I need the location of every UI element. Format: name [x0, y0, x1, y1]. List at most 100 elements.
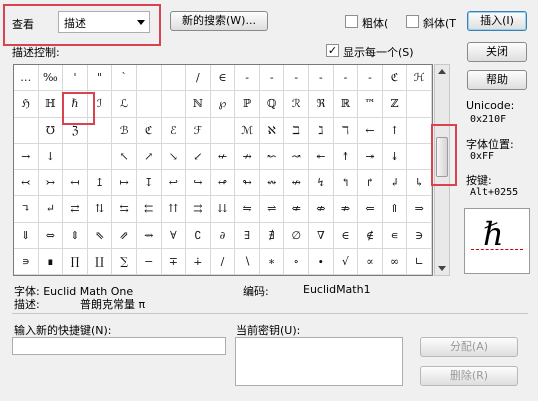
symbol-cell[interactable]: ∑ — [112, 248, 137, 275]
symbol-cell[interactable]: ∕ — [210, 248, 236, 275]
symbol-cell[interactable]: ↯ — [309, 170, 334, 197]
symbol-cell[interactable]: ∂ — [210, 222, 236, 249]
symbol-cell[interactable]: ℵ — [259, 117, 285, 144]
symbol-cell[interactable]: ⇊ — [210, 196, 236, 223]
symbol-cell[interactable]: ↗ — [136, 143, 162, 170]
delete-button[interactable]: 删除(R) — [420, 366, 518, 386]
symbol-cell[interactable]: ↣ — [38, 170, 64, 197]
symbol-cell[interactable]: ℧ — [38, 117, 64, 144]
symbol-cell[interactable]: ↡ — [382, 143, 408, 170]
symbol-cell[interactable]: ⇌ — [259, 196, 285, 223]
assign-button[interactable]: 分配(A) — [420, 337, 518, 357]
symbol-cell[interactable]: ↬ — [235, 170, 260, 197]
symbol-cell[interactable]: ⇐ — [358, 196, 383, 223]
symbol-cell[interactable]: ∖ — [235, 248, 260, 275]
symbol-cell[interactable]: ↑ — [382, 117, 408, 144]
symbol-cell[interactable] — [161, 65, 187, 92]
symbol-cell[interactable]: ← — [358, 117, 383, 144]
symbol-cell[interactable]: ↢ — [14, 170, 39, 197]
symbol-cell[interactable]: ∈ — [210, 65, 236, 92]
symbol-cell[interactable]: ` — [112, 65, 137, 92]
symbol-cell[interactable]: ∇ — [309, 222, 334, 249]
symbol-cell[interactable] — [407, 91, 432, 118]
symbol-cell[interactable]: ⇍ — [284, 196, 310, 223]
insert-button[interactable]: 插入(I) — [467, 11, 527, 31]
bold-checkbox[interactable] — [345, 15, 358, 28]
symbol-cell[interactable]: ∍ — [14, 248, 39, 275]
symbol-cell[interactable]: ⇝ — [136, 222, 162, 249]
symbol-cell[interactable] — [63, 143, 88, 170]
symbol-cell[interactable]: ℋ — [407, 65, 432, 92]
symbol-cell[interactable]: ⇓ — [14, 222, 39, 249]
symbol-cell[interactable]: ℚ — [259, 91, 285, 118]
symbol-cell[interactable]: √ — [333, 248, 359, 275]
symbol-cell[interactable]: ℛ — [284, 91, 310, 118]
symbol-cell[interactable]: - — [235, 65, 260, 92]
symbol-cell[interactable]: ↠ — [358, 143, 383, 170]
symbol-cell[interactable]: ↞ — [309, 143, 334, 170]
symbol-cell[interactable]: ∎ — [38, 248, 64, 275]
symbol-cell[interactable]: ℷ — [309, 117, 334, 144]
symbol-cell[interactable]: ℝ — [333, 91, 359, 118]
symbol-cell[interactable] — [210, 117, 236, 144]
symbol-cell[interactable]: ⇏ — [333, 196, 359, 223]
symbol-cell[interactable]: … — [14, 65, 39, 92]
symbol-cell[interactable]: ∔ — [186, 248, 211, 275]
symbol-cell[interactable]: ↘ — [161, 143, 187, 170]
symbol-cell[interactable]: ⇔ — [38, 222, 64, 249]
scroll-down-arrow-icon[interactable] — [438, 266, 446, 271]
symbol-cell[interactable]: ℱ — [186, 117, 211, 144]
symbol-cell[interactable]: ⇈ — [161, 196, 187, 223]
symbol-cell[interactable]: ™ — [358, 91, 383, 118]
symbol-cell[interactable]: " — [87, 65, 113, 92]
symbol-cell[interactable]: ∗ — [259, 248, 285, 275]
symbol-cell[interactable]: ⇖ — [87, 222, 113, 249]
symbol-cell[interactable]: ⇕ — [63, 222, 88, 249]
symbol-cell[interactable]: ↩ — [161, 170, 187, 197]
show-each-checkbox[interactable]: ✓ — [326, 44, 339, 57]
symbol-cell[interactable]: ⇒ — [407, 196, 432, 223]
symbol-cell[interactable]: ⇅ — [87, 196, 113, 223]
symbol-cell[interactable]: ℜ — [309, 91, 334, 118]
symbol-cell[interactable]: ↱ — [358, 170, 383, 197]
symbol-cell[interactable]: ↰ — [333, 170, 359, 197]
symbol-cell[interactable]: - — [284, 65, 310, 92]
symbol-cell[interactable]: ℭ — [382, 65, 408, 92]
italic-checkbox[interactable] — [406, 15, 419, 28]
symbol-cell[interactable] — [407, 143, 432, 170]
symbol-cell[interactable]: ℍ — [38, 91, 64, 118]
symbol-cell[interactable]: → — [14, 143, 39, 170]
symbol-cell[interactable]: − — [136, 248, 162, 275]
symbol-cell[interactable]: - — [309, 65, 334, 92]
symbol-cell[interactable]: ‰ — [38, 65, 64, 92]
symbol-cell[interactable]: ℶ — [284, 117, 310, 144]
new-search-button[interactable]: 新的搜索(W)... — [170, 11, 268, 31]
symbol-cell[interactable]: ℬ — [112, 117, 137, 144]
symbol-cell[interactable]: ↲ — [382, 170, 408, 197]
symbol-cell[interactable]: ∃ — [235, 222, 260, 249]
symbol-cell[interactable]: ↙ — [186, 143, 211, 170]
symbol-cell[interactable]: ℙ — [235, 91, 260, 118]
symbol-cell[interactable]: ∟ — [407, 248, 432, 275]
scroll-up-arrow-icon[interactable] — [438, 69, 446, 74]
help-button[interactable]: 帮助 — [467, 70, 527, 90]
symbol-cell[interactable]: ↖ — [112, 143, 137, 170]
symbol-cell[interactable] — [136, 65, 162, 92]
symbol-cell[interactable]: ∐ — [87, 248, 113, 275]
symbol-cell[interactable]: ℕ — [186, 91, 211, 118]
symbol-cell[interactable]: ∏ — [63, 248, 88, 275]
symbol-cell[interactable]: ↝ — [284, 143, 310, 170]
symbol-cell[interactable]: ∀ — [161, 222, 187, 249]
symbol-cell[interactable] — [14, 117, 39, 144]
symbol-cell[interactable]: ⇄ — [63, 196, 88, 223]
symbol-cell[interactable]: ↭ — [259, 170, 285, 197]
symbol-cell[interactable]: ∙ — [309, 248, 334, 275]
symbol-cell[interactable]: ↓ — [38, 143, 64, 170]
close-button[interactable]: 关闭 — [467, 42, 527, 62]
symbol-cell[interactable]: ∞ — [382, 248, 408, 275]
symbol-cell[interactable]: ∋ — [407, 222, 432, 249]
current-key-list[interactable] — [235, 337, 403, 386]
symbol-cell[interactable]: - — [333, 65, 359, 92]
symbol-cell[interactable]: ⇆ — [112, 196, 137, 223]
symbol-cell[interactable]: ∊ — [382, 222, 408, 249]
